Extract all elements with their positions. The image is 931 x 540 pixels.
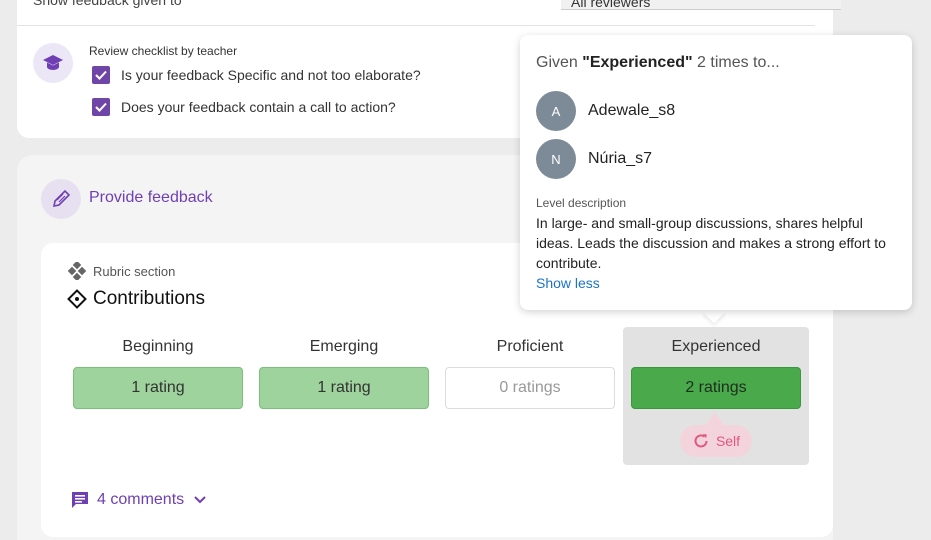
checklist-title: Review checklist by teacher xyxy=(89,44,238,58)
self-chip-pointer xyxy=(706,412,724,425)
level-description-label: Level description xyxy=(536,196,627,210)
rubric-section-icon xyxy=(67,262,87,280)
rating-button-emerging[interactable]: 1 rating xyxy=(259,367,429,409)
rating-button-proficient[interactable]: 0 ratings xyxy=(445,367,615,409)
avatar: A xyxy=(536,91,576,131)
show-less-link[interactable]: Show less xyxy=(536,275,600,291)
checkbox-checked[interactable] xyxy=(92,98,110,116)
level-name: Emerging xyxy=(309,338,379,355)
popup-title: Given "Experienced" 2 times to... xyxy=(536,54,780,71)
checklist-item[interactable]: Is your feedback Specific and not too el… xyxy=(92,66,421,84)
level-name: Experienced xyxy=(671,338,761,355)
graduation-cap-icon xyxy=(33,43,73,83)
pen-icon xyxy=(41,179,81,219)
level-name: Proficient xyxy=(496,338,564,355)
rater-name: Adewale_s8 xyxy=(588,102,676,119)
comment-icon xyxy=(72,492,88,508)
refresh-icon xyxy=(694,434,708,448)
self-chip[interactable]: Self xyxy=(680,425,752,457)
level-name: Beginning xyxy=(122,338,194,355)
rater-item[interactable]: A Adewale_s8 xyxy=(536,91,675,131)
diamond-icon xyxy=(67,289,87,309)
criterion-title: Contributions xyxy=(93,288,205,309)
chevron-down-icon xyxy=(194,496,206,504)
rater-name: Núria_s7 xyxy=(588,150,653,167)
rubric-section-label: Rubric section xyxy=(93,263,176,279)
comments-label: 4 comments xyxy=(97,491,185,508)
checklist-item[interactable]: Does your feedback contain a call to act… xyxy=(92,98,396,116)
avatar: N xyxy=(536,139,576,179)
rating-button-experienced[interactable]: 2 ratings xyxy=(631,367,801,409)
rubric-title: Contributions xyxy=(67,288,205,310)
rating-button-beginning[interactable]: 1 rating xyxy=(73,367,243,409)
raters-popup: Given "Experienced" 2 times to... A Adew… xyxy=(520,35,912,310)
checklist-item-label: Does your feedback contain a call to act… xyxy=(121,99,396,115)
level-description: In large- and small-group discussions, s… xyxy=(536,215,886,271)
provide-feedback-label[interactable]: Provide feedback xyxy=(89,189,213,207)
self-chip-label: Self xyxy=(715,433,741,449)
comments-toggle[interactable]: 4 comments xyxy=(70,490,207,510)
rater-item[interactable]: N Núria_s7 xyxy=(536,139,652,179)
checkbox-checked[interactable] xyxy=(92,66,110,84)
checklist-item-label: Is your feedback Specific and not too el… xyxy=(121,67,421,83)
reviewer-select[interactable]: All reviewers xyxy=(561,0,841,10)
rubric-section-header: Rubric section xyxy=(67,262,175,280)
